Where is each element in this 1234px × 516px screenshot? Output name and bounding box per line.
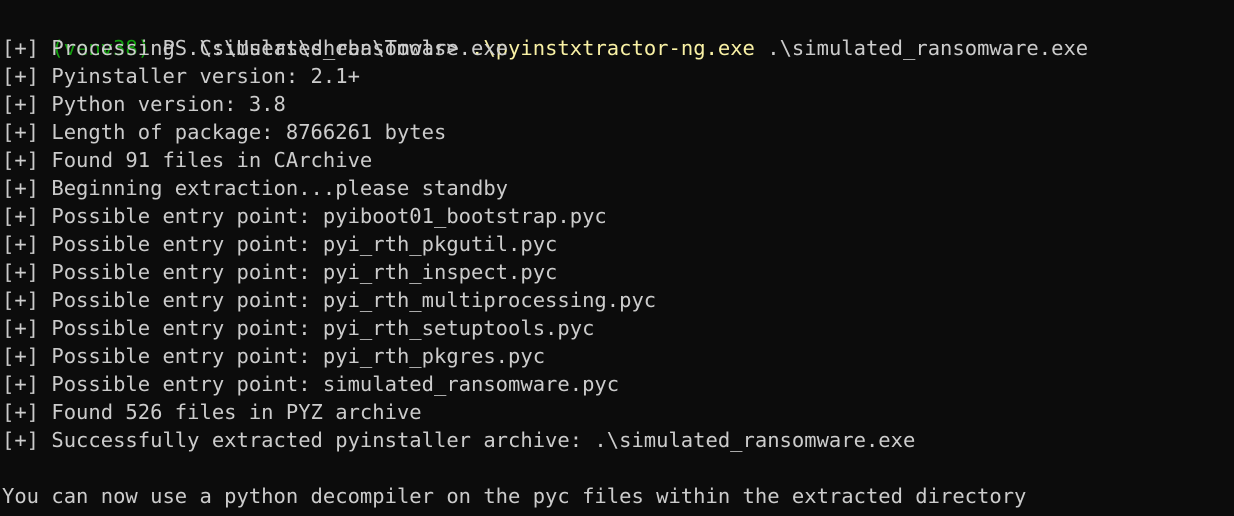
command-executable: .\pyinstxtractor-ng.exe: [471, 36, 755, 60]
output-line: [+] Pyinstaller version: 2.1+: [2, 64, 360, 88]
output-line: [+] Found 91 files in CArchive: [2, 148, 373, 172]
terminal-window[interactable]: (venv38) PS C:\Users\sheba\Tools> .\pyin…: [0, 0, 1234, 516]
output-line: [+] Possible entry point: pyiboot01_boot…: [2, 204, 607, 228]
output-line: [+] Length of package: 8766261 bytes: [2, 120, 447, 144]
command-argument: .\simulated_ransomware.exe: [754, 36, 1089, 60]
output-line: [+] Found 526 files in PYZ archive: [2, 400, 422, 424]
output-line: [+] Beginning extraction...please standb…: [2, 176, 509, 200]
output-line: [+] Possible entry point: pyi_rth_pkgres…: [2, 344, 546, 368]
command-prompt-line: (venv38) PS C:\Users\sheba\Tools> .\pyin…: [2, 6, 1088, 60]
output-line: [+] Possible entry point: pyi_rth_pkguti…: [2, 232, 558, 256]
output-line: [+] Possible entry point: pyi_rth_setupt…: [2, 316, 595, 340]
output-line: [+] Possible entry point: pyi_rth_inspec…: [2, 260, 558, 284]
decompiler-hint-line: You can now use a python decompiler on t…: [2, 484, 1027, 508]
output-line: [+] Possible entry point: simulated_rans…: [2, 372, 620, 396]
output-line: [+] Processing .\simulated_ransomware.ex…: [2, 36, 509, 60]
output-line: [+] Possible entry point: pyi_rth_multip…: [2, 288, 657, 312]
output-line: [+] Successfully extracted pyinstaller a…: [2, 428, 916, 452]
output-line: [+] Python version: 3.8: [2, 92, 286, 116]
